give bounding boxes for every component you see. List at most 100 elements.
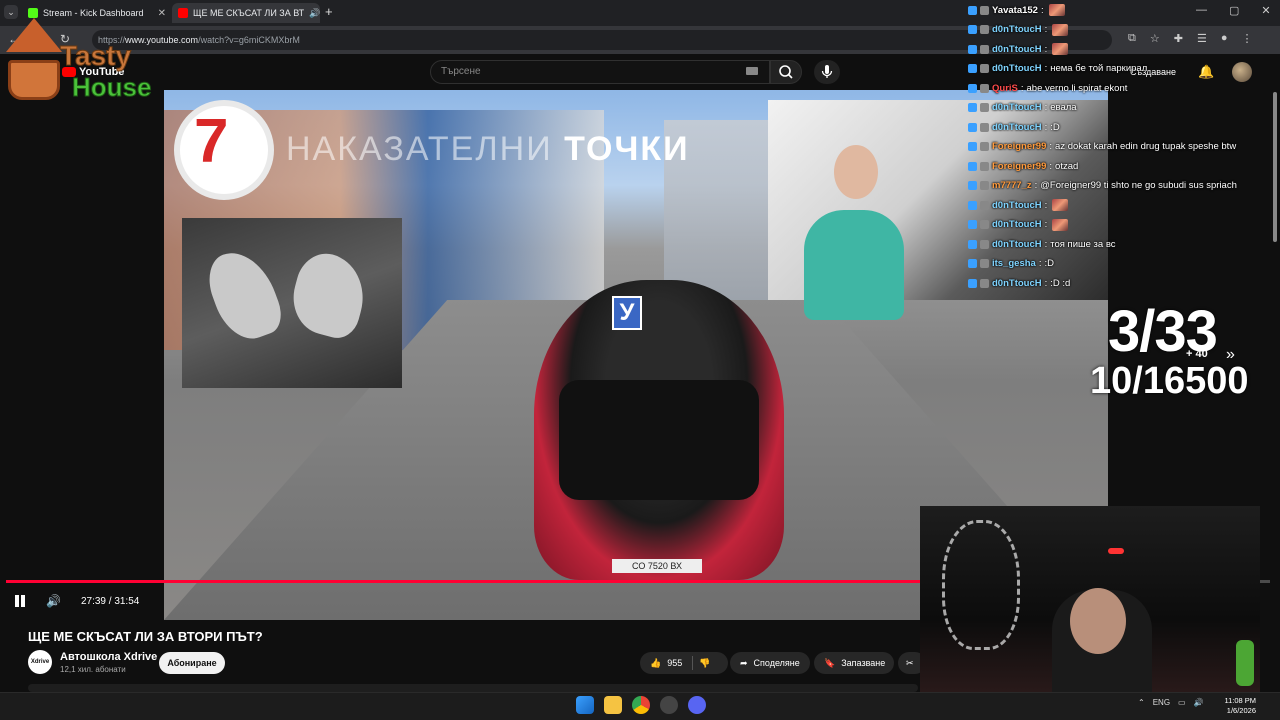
save-button[interactable]: 🔖 Запазване xyxy=(814,652,894,674)
chat-text: евала xyxy=(1050,102,1077,113)
volume-icon[interactable]: 🔊 xyxy=(46,594,61,608)
system-tray: ⌃ ENG ▭ 🔊 xyxy=(1138,698,1204,707)
chat-separator: : xyxy=(1038,258,1042,269)
tab-search-icon[interactable]: ⌄ xyxy=(4,5,18,19)
subscribe-button[interactable]: Абониране xyxy=(159,652,225,674)
discord-icon[interactable] xyxy=(688,696,706,714)
logo-tasty-text: Tasty xyxy=(59,40,132,72)
chat-separator: : xyxy=(1044,121,1048,133)
save-label: Запазване xyxy=(841,658,886,668)
chat-badge-icon xyxy=(968,259,977,268)
house-roof-icon xyxy=(6,18,62,52)
file-explorer-icon[interactable] xyxy=(604,696,622,714)
chat-badge-icon xyxy=(968,278,977,288)
url-field[interactable]: https://www.youtube.com/watch?v=g6miCKMX… xyxy=(92,30,1112,50)
share-icon: ➦ xyxy=(740,657,748,668)
kick-icon xyxy=(28,8,38,18)
chat-text: тоя пише за вс xyxy=(1050,238,1116,250)
chat-separator: : xyxy=(1040,4,1044,16)
obs-icon[interactable] xyxy=(660,696,678,714)
volume-tray-icon[interactable]: 🔊 xyxy=(1194,698,1204,707)
share-button[interactable]: ➦ Споделяне xyxy=(730,652,810,674)
video-title: ЩЕ МЕ СКЪСАТ ЛИ ЗА ВТОРИ ПЪТ? xyxy=(28,629,263,644)
close-tab-icon[interactable]: ✕ xyxy=(158,8,166,19)
chat-message: d0nTtoucH: xyxy=(968,197,1069,213)
chat-username[interactable]: d0nTtoucH xyxy=(992,278,1042,289)
chat-username[interactable]: d0nTtoucH xyxy=(992,200,1042,211)
tray-chevron-icon[interactable]: ⌃ xyxy=(1138,698,1145,707)
chat-username[interactable]: d0nTtoucH xyxy=(992,102,1042,113)
chat-emote-icon xyxy=(1052,218,1069,231)
new-tab-button[interactable]: + xyxy=(325,4,333,19)
chat-username[interactable]: QuriS xyxy=(992,83,1018,94)
chrome-icon[interactable] xyxy=(632,696,650,714)
chat-separator: : xyxy=(1049,160,1053,172)
dislike-icon[interactable]: 👎 xyxy=(699,658,710,669)
chat-separator: : xyxy=(1044,199,1048,211)
chat-badge-icon xyxy=(980,64,989,73)
chat-badge-icon xyxy=(968,83,977,93)
chat-separator: : xyxy=(1020,82,1024,94)
language-indicator[interactable]: ENG xyxy=(1153,698,1170,707)
chat-message: d0nTtoucH: евала xyxy=(968,100,1077,116)
clock-time: 11:08 PM xyxy=(1224,696,1256,705)
audio-icon[interactable]: 🔊 xyxy=(309,8,320,19)
keyboard-icon[interactable] xyxy=(746,67,758,75)
like-count[interactable]: 955 xyxy=(667,658,682,668)
chat-badge-icon xyxy=(968,220,977,229)
chat-separator: : xyxy=(1044,24,1048,35)
search-input[interactable]: Търсене xyxy=(430,60,770,84)
chat-text: az dokat karah edin drug tupak speshe bt… xyxy=(1055,141,1237,152)
chat-username[interactable]: d0nTtoucH xyxy=(992,219,1042,230)
chat-username[interactable]: its_gesha xyxy=(992,258,1036,269)
cooking-pot-icon xyxy=(8,60,60,100)
network-icon[interactable]: ▭ xyxy=(1178,698,1186,707)
chat-username[interactable]: Yavata152 xyxy=(992,5,1038,16)
search-button[interactable] xyxy=(770,60,802,84)
player-controls: 🔊 27:39 / 31:54 xyxy=(14,594,139,608)
description-box[interactable] xyxy=(28,684,918,692)
clock-date: 1/6/2026 xyxy=(1226,706,1256,715)
chat-message: d0nTtoucH: xyxy=(968,41,1069,57)
chat-username[interactable]: d0nTtoucH xyxy=(992,239,1042,250)
chat-username[interactable]: Foreigner99 xyxy=(992,161,1046,172)
share-label: Споделяне xyxy=(753,658,800,668)
tab-youtube-video[interactable]: ЩЕ МЕ СКЪСАТ ЛИ ЗА ВТ 🔊 ✕ xyxy=(172,3,320,23)
chat-username[interactable]: d0nTtoucH xyxy=(992,44,1042,55)
chat-username[interactable]: m7777_z xyxy=(992,180,1032,191)
channel-name[interactable]: Автошкола Xdrive xyxy=(60,651,157,663)
logo-house-text: House xyxy=(71,72,152,103)
chat-separator: : xyxy=(1044,63,1048,74)
start-windows-icon[interactable] xyxy=(576,696,594,714)
chat-badge-icon xyxy=(980,25,989,34)
chat-badge-icon xyxy=(980,83,989,93)
chat-badge-icon xyxy=(980,220,989,229)
chat-message: Foreigner99: otzad xyxy=(968,158,1078,174)
chat-badge-icon xyxy=(968,181,977,190)
taskbar-apps xyxy=(576,696,706,714)
pause-icon[interactable] xyxy=(14,595,26,607)
lesson-title-thin: НАКАЗАТЕЛНИ xyxy=(286,130,553,168)
taskbar-clock[interactable]: 11:08 PM 1/6/2026 xyxy=(1218,696,1256,716)
scrollbar-thumb[interactable] xyxy=(1273,92,1277,242)
chat-badge-icon xyxy=(980,200,989,210)
chat-username[interactable]: d0nTtoucH xyxy=(992,24,1042,35)
scissors-icon: ✂ xyxy=(906,657,914,668)
voice-search-button[interactable] xyxy=(814,60,840,84)
time-display: 27:39 / 31:54 xyxy=(80,595,140,607)
hanging-chair xyxy=(942,520,1020,650)
chat-text: otzad xyxy=(1055,160,1079,172)
chat-username[interactable]: Foreigner99 xyxy=(992,141,1046,152)
chat-separator: : xyxy=(1044,43,1048,55)
chat-username[interactable]: d0nTtoucH xyxy=(992,122,1042,133)
streamer-face xyxy=(1070,588,1126,654)
chat-separator: : xyxy=(1044,238,1048,250)
channel-avatar[interactable]: Xdrive xyxy=(28,650,52,674)
chat-username[interactable]: d0nTtoucH xyxy=(992,63,1042,74)
chat-message: d0nTtoucH: xyxy=(968,22,1069,38)
url-host: www.youtube.com xyxy=(125,35,199,45)
chat-badge-icon xyxy=(968,142,977,151)
chat-badge-icon xyxy=(968,122,977,132)
chat-emote-icon xyxy=(1048,4,1065,16)
like-icon[interactable]: 👍 xyxy=(650,658,661,669)
